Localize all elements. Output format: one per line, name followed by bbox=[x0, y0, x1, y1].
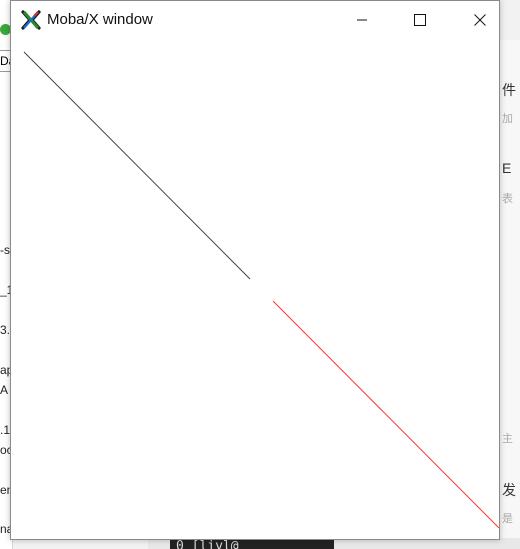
maximize-button[interactable] bbox=[397, 1, 443, 39]
window-titlebar[interactable]: Moba/X window bbox=[11, 1, 499, 39]
background-right-text-2: E bbox=[502, 160, 512, 176]
mobaxterm-x-icon bbox=[21, 10, 41, 30]
background-right-text-1: 加 bbox=[502, 113, 513, 125]
background-right-text-5: 发 bbox=[502, 482, 516, 498]
close-button[interactable] bbox=[457, 1, 503, 39]
drawing-canvas[interactable] bbox=[11, 39, 499, 539]
red-line bbox=[272, 300, 499, 529]
background-right-pane: 件 加 E 表 主 发 是 bbox=[500, 40, 520, 549]
x-window: Moba/X window bbox=[10, 0, 500, 540]
background-left-text-3: 3. bbox=[0, 323, 11, 337]
background-right-text-0: 件 bbox=[502, 82, 516, 98]
background-left-text-6: .1 bbox=[0, 423, 11, 437]
black-line bbox=[23, 51, 251, 280]
background-right-text-4: 主 bbox=[502, 433, 513, 445]
background-terminal: 0 [liyl@ bbox=[170, 540, 334, 549]
minimize-icon bbox=[357, 19, 367, 21]
maximize-icon bbox=[414, 14, 426, 26]
background-right-text-6: 是 bbox=[502, 513, 513, 525]
background-left-text-5: A bbox=[0, 383, 9, 397]
terminal-prompt: 0 [liyl@ bbox=[176, 540, 239, 549]
minimize-button[interactable] bbox=[339, 1, 385, 39]
window-title: Moba/X window bbox=[47, 11, 153, 28]
close-icon bbox=[474, 14, 486, 26]
background-right-text-3: 表 bbox=[502, 193, 513, 205]
background-left-text-1: -s bbox=[0, 243, 10, 257]
